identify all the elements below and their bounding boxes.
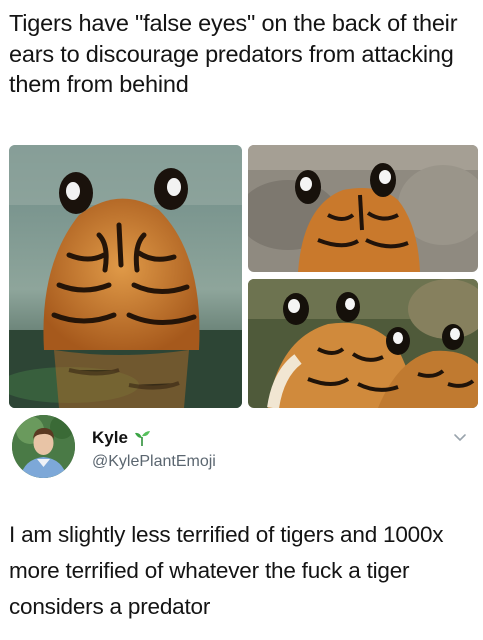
tweet-header: Kyle @KylePlantEmoji <box>9 414 475 484</box>
chevron-down-icon[interactable] <box>451 428 469 446</box>
tigers-lying-photo <box>248 279 478 408</box>
avatar[interactable] <box>12 415 75 478</box>
tiger-head-back-photo <box>248 145 478 272</box>
tweet-author-handle[interactable]: @KylePlantEmoji <box>92 453 216 471</box>
seedling-icon <box>133 429 151 447</box>
tweet-author-name[interactable]: Kyle <box>92 428 128 448</box>
meme-caption: Tigers have "false eyes" on the back of … <box>9 10 458 97</box>
tweet-author-row: Kyle <box>92 428 151 448</box>
tiger-back-in-water-photo <box>9 145 242 408</box>
tweet-text: I am slightly less terrified of tigers a… <box>9 522 444 619</box>
